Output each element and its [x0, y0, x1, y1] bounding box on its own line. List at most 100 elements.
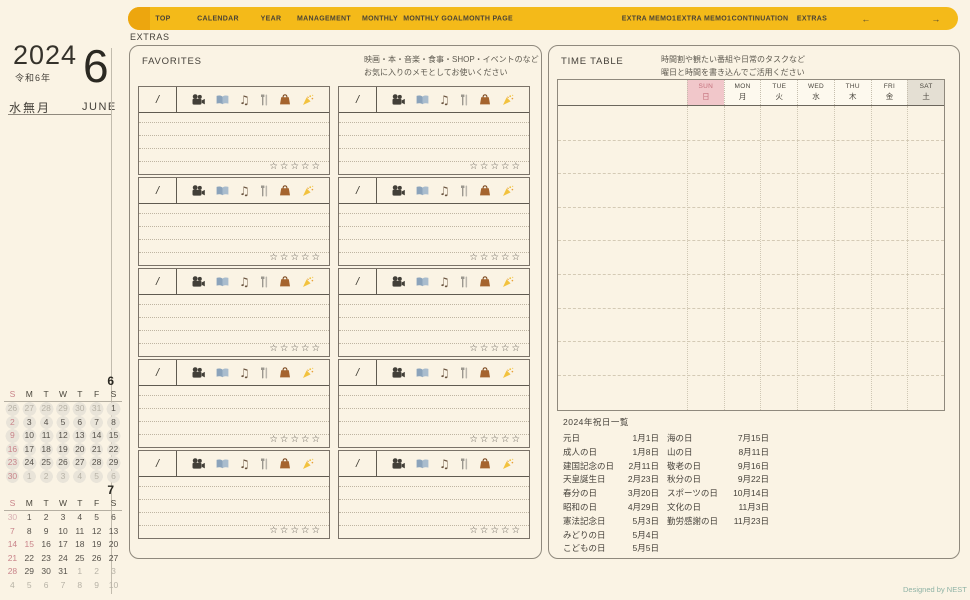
memo-writing-line[interactable] [339, 226, 529, 227]
date-cell[interactable]: 17 [20, 442, 38, 456]
party-popper-icon[interactable] [502, 185, 514, 197]
handbag-icon[interactable] [279, 458, 291, 470]
date-cell[interactable]: 24 [20, 456, 38, 470]
date-cell[interactable]: 30 [4, 511, 21, 525]
movie-camera-icon[interactable] [392, 367, 406, 379]
date-cell[interactable]: 14 [88, 429, 106, 443]
fork-knife-icon[interactable] [460, 185, 469, 197]
memo-writing-line[interactable] [139, 122, 329, 123]
open-book-icon[interactable] [416, 458, 429, 470]
date-cell[interactable]: 19 [88, 538, 105, 552]
nav-tab-top[interactable]: TOP [155, 15, 170, 22]
movie-camera-icon[interactable] [192, 458, 206, 470]
memo-date-slash[interactable]: / [139, 178, 177, 203]
fork-knife-icon[interactable] [260, 458, 269, 470]
memo-writing-line[interactable] [339, 512, 529, 513]
handbag-icon[interactable] [479, 367, 491, 379]
date-cell[interactable]: 1 [21, 511, 38, 525]
movie-camera-icon[interactable] [392, 276, 406, 288]
date-cell[interactable]: 21 [88, 442, 106, 456]
fork-knife-icon[interactable] [260, 185, 269, 197]
date-cell[interactable]: 6 [105, 469, 122, 483]
fork-knife-icon[interactable] [260, 367, 269, 379]
date-cell[interactable]: 16 [4, 442, 21, 456]
memo-writing-line[interactable] [139, 226, 329, 227]
memo-star-rating[interactable]: ☆☆☆☆☆ [469, 252, 522, 263]
date-cell[interactable]: 28 [4, 565, 21, 579]
date-cell[interactable]: 18 [71, 538, 88, 552]
favorites-memo-box[interactable]: / ♫ ☆☆☆☆☆ [138, 177, 330, 266]
memo-writing-line[interactable] [139, 304, 329, 305]
music-notes-icon[interactable]: ♫ [439, 458, 450, 470]
date-cell[interactable]: 29 [54, 402, 72, 416]
memo-date-slash[interactable]: / [139, 87, 177, 112]
movie-camera-icon[interactable] [192, 94, 206, 106]
nav-tab-year[interactable]: YEAR [261, 15, 282, 22]
date-cell[interactable]: 9 [4, 429, 21, 443]
memo-writing-line[interactable] [339, 408, 529, 409]
nav-tab-extras[interactable]: EXTRAS [797, 15, 827, 22]
handbag-icon[interactable] [479, 458, 491, 470]
open-book-icon[interactable] [416, 367, 429, 379]
date-cell[interactable]: 23 [38, 552, 55, 566]
memo-star-rating[interactable]: ☆☆☆☆☆ [469, 525, 522, 536]
party-popper-icon[interactable] [502, 94, 514, 106]
handbag-icon[interactable] [279, 367, 291, 379]
date-cell[interactable]: 2 [4, 415, 21, 429]
memo-star-rating[interactable]: ☆☆☆☆☆ [469, 161, 522, 172]
memo-writing-line[interactable] [139, 499, 329, 500]
date-cell[interactable]: 6 [71, 415, 89, 429]
memo-date-slash[interactable]: / [339, 451, 377, 476]
fork-knife-icon[interactable] [460, 94, 469, 106]
memo-writing-line[interactable] [339, 135, 529, 136]
music-notes-icon[interactable]: ♫ [239, 276, 250, 288]
memo-writing-line[interactable] [139, 239, 329, 240]
favorites-memo-box[interactable]: / ♫ ☆☆☆☆☆ [338, 359, 530, 448]
memo-star-rating[interactable]: ☆☆☆☆☆ [269, 343, 322, 354]
date-cell[interactable]: 26 [4, 402, 21, 416]
date-cell[interactable]: 5 [54, 415, 72, 429]
date-cell[interactable]: 20 [71, 442, 89, 456]
memo-star-rating[interactable]: ☆☆☆☆☆ [269, 161, 322, 172]
date-cell[interactable]: 8 [71, 579, 88, 593]
date-cell[interactable]: 4 [37, 415, 55, 429]
nav-arrow-left[interactable]: ← [861, 14, 870, 24]
date-cell[interactable]: 27 [20, 402, 38, 416]
date-cell[interactable]: 12 [54, 429, 72, 443]
movie-camera-icon[interactable] [392, 458, 406, 470]
date-cell[interactable]: 19 [54, 442, 72, 456]
date-cell[interactable]: 17 [55, 538, 72, 552]
memo-writing-line[interactable] [339, 499, 529, 500]
memo-star-rating[interactable]: ☆☆☆☆☆ [469, 434, 522, 445]
date-cell[interactable]: 27 [105, 552, 122, 566]
handbag-icon[interactable] [479, 276, 491, 288]
memo-writing-line[interactable] [139, 395, 329, 396]
date-cell[interactable]: 28 [37, 402, 55, 416]
memo-writing-line[interactable] [339, 304, 529, 305]
date-cell[interactable]: 31 [88, 402, 106, 416]
date-cell[interactable]: 3 [55, 511, 72, 525]
open-book-icon[interactable] [416, 94, 429, 106]
memo-date-slash[interactable]: / [139, 269, 177, 294]
date-cell[interactable]: 28 [88, 456, 106, 470]
memo-date-slash[interactable]: / [339, 269, 377, 294]
date-cell[interactable]: 31 [55, 565, 72, 579]
favorites-memo-box[interactable]: / ♫ ☆☆☆☆☆ [338, 177, 530, 266]
date-cell[interactable]: 3 [54, 469, 72, 483]
nav-tab-calendar[interactable]: CALENDAR [197, 15, 239, 22]
date-cell[interactable]: 22 [21, 552, 38, 566]
memo-date-slash[interactable]: / [339, 360, 377, 385]
music-notes-icon[interactable]: ♫ [239, 185, 250, 197]
movie-camera-icon[interactable] [392, 185, 406, 197]
music-notes-icon[interactable]: ♫ [439, 94, 450, 106]
open-book-icon[interactable] [216, 94, 229, 106]
date-cell[interactable]: 4 [71, 511, 88, 525]
movie-camera-icon[interactable] [192, 185, 206, 197]
memo-writing-line[interactable] [339, 148, 529, 149]
date-cell[interactable]: 8 [21, 525, 38, 539]
date-cell[interactable]: 26 [88, 552, 105, 566]
date-cell[interactable]: 2 [37, 469, 55, 483]
music-notes-icon[interactable]: ♫ [239, 458, 250, 470]
date-cell[interactable]: 12 [88, 525, 105, 539]
memo-writing-line[interactable] [139, 408, 329, 409]
